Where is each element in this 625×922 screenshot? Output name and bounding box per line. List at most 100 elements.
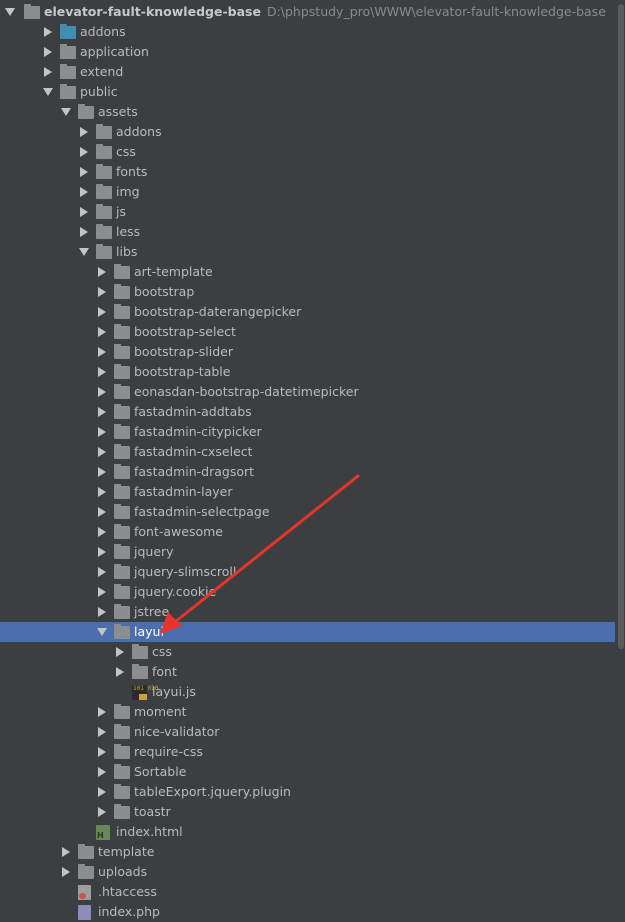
- tree-item-label: template: [98, 844, 155, 859]
- tree-folder-row[interactable]: fastadmin-addtabs: [0, 402, 615, 422]
- tree-folder-row[interactable]: toastr: [0, 802, 615, 822]
- chevron-right-icon[interactable]: [96, 602, 108, 622]
- chevron-right-icon[interactable]: [96, 262, 108, 282]
- tree-folder-row[interactable]: tableExport.jquery.plugin: [0, 782, 615, 802]
- chevron-right-icon[interactable]: [42, 42, 54, 62]
- chevron-right-icon[interactable]: [96, 442, 108, 462]
- tree-folder-row[interactable]: bootstrap-daterangepicker: [0, 302, 615, 322]
- folder-icon: [96, 204, 112, 219]
- chevron-right-icon[interactable]: [96, 462, 108, 482]
- tree-folder-row[interactable]: css: [0, 642, 615, 662]
- tree-folder-row[interactable]: fastadmin-layer: [0, 482, 615, 502]
- tree-folder-row[interactable]: bootstrap-slider: [0, 342, 615, 362]
- tree-folder-row[interactable]: less: [0, 222, 615, 242]
- chevron-right-icon[interactable]: [96, 362, 108, 382]
- tree-folder-row[interactable]: extend: [0, 62, 615, 82]
- tree-root-row[interactable]: elevator-fault-knowledge-base D:\phpstudy…: [0, 2, 615, 22]
- chevron-down-icon[interactable]: [4, 2, 16, 22]
- chevron-right-icon[interactable]: [96, 802, 108, 822]
- tree-folder-row[interactable]: font-awesome: [0, 522, 615, 542]
- chevron-right-icon[interactable]: [78, 182, 90, 202]
- chevron-right-icon[interactable]: [78, 202, 90, 222]
- chevron-right-icon[interactable]: [96, 322, 108, 342]
- tree-folder-row[interactable]: assets: [0, 102, 615, 122]
- chevron-right-icon[interactable]: [42, 22, 54, 42]
- tree-folder-row[interactable]: bootstrap: [0, 282, 615, 302]
- vertical-scrollbar[interactable]: [617, 0, 625, 916]
- tree-folder-row[interactable]: bootstrap-table: [0, 362, 615, 382]
- tree-folder-row[interactable]: moment: [0, 702, 615, 722]
- tree-folder-row[interactable]: jstree: [0, 602, 615, 622]
- chevron-right-icon[interactable]: [114, 642, 126, 662]
- folder-icon: [114, 804, 130, 819]
- folder-icon: [114, 464, 130, 479]
- chevron-right-icon[interactable]: [96, 382, 108, 402]
- chevron-right-icon[interactable]: [96, 482, 108, 502]
- tree-folder-row[interactable]: css: [0, 142, 615, 162]
- tree-item-label: fastadmin-citypicker: [134, 424, 262, 439]
- tree-folder-row[interactable]: fastadmin-dragsort: [0, 462, 615, 482]
- tree-folder-row[interactable]: img: [0, 182, 615, 202]
- tree-folder-row[interactable]: fastadmin-cxselect: [0, 442, 615, 462]
- chevron-right-icon[interactable]: [96, 562, 108, 582]
- tree-folder-row[interactable]: fastadmin-selectpage: [0, 502, 615, 522]
- chevron-right-icon[interactable]: [96, 502, 108, 522]
- chevron-right-icon[interactable]: [96, 582, 108, 602]
- tree-folder-row[interactable]: fonts: [0, 162, 615, 182]
- chevron-right-icon[interactable]: [96, 742, 108, 762]
- project-tree: elevator-fault-knowledge-base D:\phpstudy…: [0, 2, 615, 922]
- tree-file-row[interactable]: 101 010 layui.js: [0, 682, 615, 702]
- chevron-right-icon[interactable]: [42, 62, 54, 82]
- chevron-right-icon[interactable]: [96, 762, 108, 782]
- chevron-down-icon[interactable]: [78, 242, 90, 262]
- tree-item-label: bootstrap-daterangepicker: [134, 304, 302, 319]
- chevron-right-icon[interactable]: [78, 122, 90, 142]
- tree-file-row[interactable]: index.php: [0, 902, 615, 922]
- tree-folder-row[interactable]: jquery: [0, 542, 615, 562]
- tree-folder-row[interactable]: jquery-slimscroll: [0, 562, 615, 582]
- tree-folder-row[interactable]: js: [0, 202, 615, 222]
- chevron-right-icon[interactable]: [96, 302, 108, 322]
- tree-folder-row[interactable]: public: [0, 82, 615, 102]
- tree-folder-row[interactable]: addons: [0, 122, 615, 142]
- chevron-right-icon[interactable]: [96, 422, 108, 442]
- tree-folder-row[interactable]: require-css: [0, 742, 615, 762]
- chevron-right-icon[interactable]: [60, 842, 72, 862]
- chevron-right-icon[interactable]: [96, 342, 108, 362]
- tree-folder-row[interactable]: nice-validator: [0, 722, 615, 742]
- chevron-right-icon[interactable]: [78, 162, 90, 182]
- tree-folder-row[interactable]: addons: [0, 22, 615, 42]
- chevron-right-icon[interactable]: [96, 782, 108, 802]
- chevron-down-icon[interactable]: [60, 102, 72, 122]
- folder-icon: [114, 284, 130, 299]
- tree-folder-row[interactable]: jquery.cookie: [0, 582, 615, 602]
- chevron-right-icon[interactable]: [60, 862, 72, 882]
- chevron-right-icon[interactable]: [78, 142, 90, 162]
- chevron-down-icon[interactable]: [96, 622, 108, 642]
- tree-folder-row[interactable]: uploads: [0, 862, 615, 882]
- chevron-right-icon[interactable]: [96, 522, 108, 542]
- tree-item-label: layui.js: [152, 684, 196, 699]
- tree-file-row[interactable]: .htaccess: [0, 882, 615, 902]
- chevron-right-icon[interactable]: [96, 722, 108, 742]
- tree-folder-row[interactable]: application: [0, 42, 615, 62]
- chevron-right-icon[interactable]: [96, 402, 108, 422]
- tree-folder-row[interactable]: eonasdan-bootstrap-datetimepicker: [0, 382, 615, 402]
- tree-folder-row[interactable]: bootstrap-select: [0, 322, 615, 342]
- tree-folder-row[interactable]: font: [0, 662, 615, 682]
- tree-item-label: font-awesome: [134, 524, 223, 539]
- tree-folder-row[interactable]: libs: [0, 242, 615, 262]
- tree-folder-row[interactable]: layui: [0, 622, 615, 642]
- tree-folder-row[interactable]: art-template: [0, 262, 615, 282]
- chevron-right-icon[interactable]: [96, 542, 108, 562]
- tree-folder-row[interactable]: Sortable: [0, 762, 615, 782]
- tree-folder-row[interactable]: fastadmin-citypicker: [0, 422, 615, 442]
- chevron-right-icon[interactable]: [96, 282, 108, 302]
- tree-folder-row[interactable]: template: [0, 842, 615, 862]
- chevron-right-icon[interactable]: [114, 662, 126, 682]
- tree-file-row[interactable]: index.html: [0, 822, 615, 842]
- scrollbar-thumb[interactable]: [618, 4, 624, 649]
- chevron-down-icon[interactable]: [42, 82, 54, 102]
- chevron-right-icon[interactable]: [78, 222, 90, 242]
- chevron-right-icon[interactable]: [96, 702, 108, 722]
